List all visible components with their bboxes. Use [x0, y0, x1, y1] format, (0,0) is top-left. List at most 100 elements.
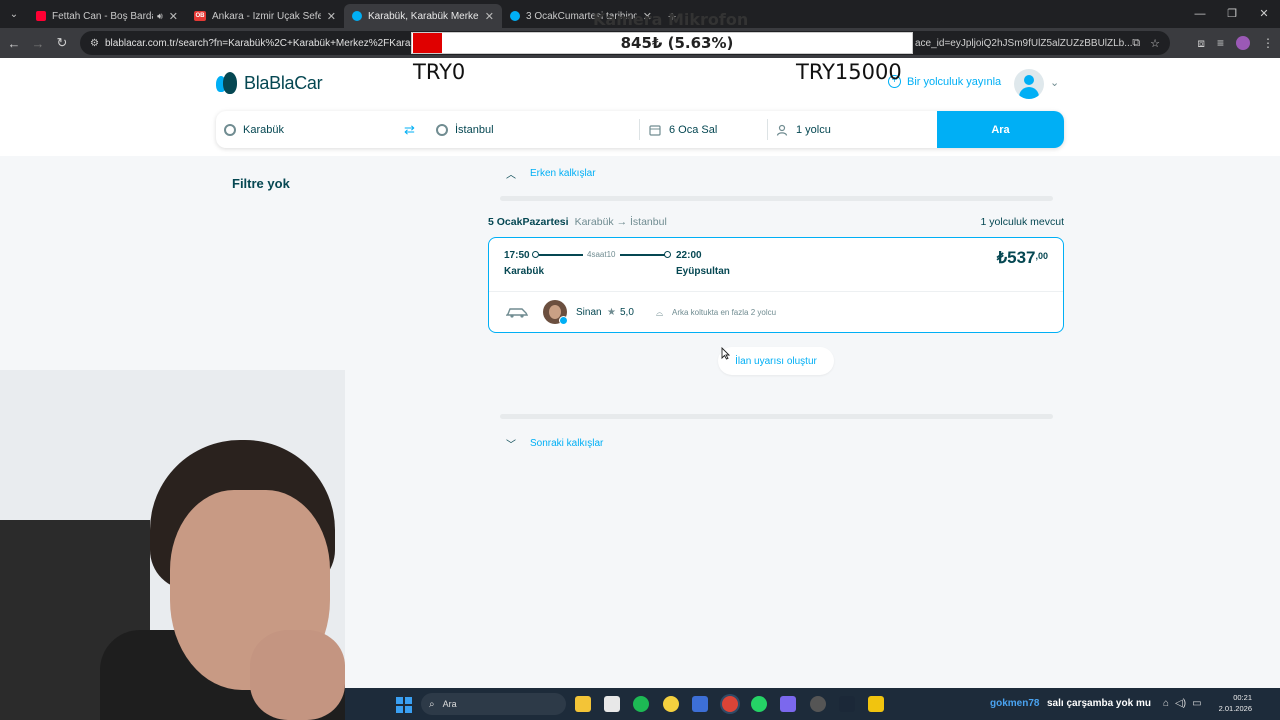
later-departures-toggle[interactable]: ﹀ Sonraki kalkışlar — [506, 436, 603, 451]
tab-close-icon[interactable]: ✕ — [485, 10, 494, 23]
minimize-icon[interactable]: — — [1184, 0, 1216, 28]
taskbar-search[interactable]: ⌕ Ara — [421, 693, 566, 715]
chrome-icon[interactable] — [722, 696, 738, 712]
earlier-departures-toggle[interactable]: ︿ Erken kalkışlar — [506, 166, 596, 181]
webcam-feed — [0, 370, 345, 720]
arrival-city: Eyüpsultan — [676, 266, 730, 277]
audio-playing-icon[interactable]: 🔊︎ — [157, 11, 163, 22]
back-icon[interactable]: ← — [2, 36, 26, 51]
steam-icon[interactable] — [839, 696, 855, 712]
profile-icon[interactable] — [1236, 36, 1250, 50]
whatsapp-icon[interactable] — [751, 696, 767, 712]
passengers-field[interactable]: 1 yolcu — [776, 111, 926, 148]
install-app-icon[interactable]: ⧉ — [1132, 37, 1140, 50]
close-window-icon[interactable]: ✕ — [1248, 0, 1280, 28]
windows-start-icon[interactable] — [396, 697, 412, 713]
blablacar-logo-icon — [216, 72, 240, 94]
blablacar-favicon-icon — [510, 11, 520, 21]
tab-search-chevron-icon[interactable]: ⌄ — [0, 0, 28, 28]
browser-tab-1[interactable]: Fettah Can - Boş Bardak - Y 🔊︎ ✕ — [28, 4, 186, 28]
mouse-cursor-icon — [721, 347, 730, 360]
passengers-value: 1 yolcu — [796, 123, 831, 136]
driver-name: Sinan — [576, 307, 602, 318]
from-field[interactable]: Karabük — [224, 111, 399, 148]
results-date: 5 OcakPazartesi — [488, 216, 569, 228]
window-controls: — ❐ ✕ — [1184, 0, 1280, 28]
earlier-departures-label: Erken kalkışlar — [530, 168, 596, 179]
forward-icon[interactable]: → — [26, 36, 50, 51]
battery-icon[interactable]: ▭ — [1192, 698, 1201, 709]
to-value: İstanbul — [455, 123, 494, 136]
results-route: Karabük → İstanbul — [574, 216, 667, 228]
chevron-up-icon: ︿ — [506, 170, 516, 181]
search-icon: ⌕ — [429, 698, 435, 710]
chevron-down-icon[interactable]: ⌄ — [1050, 76, 1059, 89]
user-avatar-icon[interactable] — [1014, 69, 1044, 99]
price-integer: 537 — [1007, 248, 1036, 267]
seat-icon: ⌓ — [656, 308, 664, 318]
tab-close-icon[interactable]: ✕ — [327, 10, 336, 23]
to-field[interactable]: İstanbul — [436, 111, 636, 148]
browser-tab-3-active[interactable]: Karabük, Karabük Merkez/Karab ✕ — [344, 4, 502, 28]
url-text: blablacar.com.tr/search?fn=Karabük%2C+Ka… — [104, 37, 441, 49]
browser-tab-2[interactable]: OB Ankara - İzmir Uçak Seferi - ob ✕ — [186, 4, 344, 28]
app-icon[interactable] — [780, 696, 796, 712]
network-icon[interactable]: ⌂ — [1163, 698, 1169, 709]
trip-card[interactable]: 17:50 4saat10 22:00 Karabük Eyüpsultan ₺… — [488, 237, 1064, 333]
maximize-icon[interactable]: ❐ — [1216, 0, 1248, 28]
donation-progress-bar: 845₺ (5.63%) — [411, 32, 913, 54]
route-line — [620, 254, 665, 256]
date-field[interactable]: 6 Oca Sal — [649, 111, 764, 148]
extensions-icon[interactable]: ⧈ — [1197, 36, 1205, 51]
route-start-dot — [532, 251, 539, 258]
progress-text: 845₺ (5.63%) — [620, 34, 734, 52]
progress-min-label: TRY0 — [413, 60, 466, 84]
toolbar-right-icons: ⧈ ≡ ⋮ — [1197, 28, 1274, 58]
search-button[interactable]: Ara — [937, 111, 1064, 148]
volume-icon[interactable]: ◁) — [1175, 698, 1186, 709]
publish-ride-link[interactable]: + Bir yolculuk yayınla — [888, 75, 1001, 88]
media-icon[interactable]: ≡ — [1217, 36, 1224, 50]
blablacar-logo[interactable]: BlaBlaCar — [216, 72, 323, 94]
swap-icon[interactable]: ⇄ — [404, 122, 415, 138]
app-icon[interactable] — [868, 696, 884, 712]
file-explorer-icon[interactable] — [575, 696, 591, 712]
obilet-favicon-icon: OB — [194, 11, 206, 21]
site-info-icon[interactable]: ⚙ — [90, 38, 99, 49]
departure-time: 17:50 — [504, 250, 530, 261]
obs-icon[interactable] — [810, 696, 826, 712]
bookmark-star-icon[interactable]: ☆ — [1150, 37, 1160, 50]
tab-title: Ankara - İzmir Uçak Seferi - ob — [212, 10, 321, 22]
clock-time: 00:21 — [1233, 693, 1252, 702]
filters-title: Filtre yok — [232, 176, 290, 191]
divider — [639, 119, 640, 140]
create-alert-button[interactable]: İlan uyarısı oluştur — [718, 347, 834, 375]
divider — [767, 119, 768, 140]
calendar-icon — [649, 124, 661, 136]
trip-price: ₺ 537 ,00 — [997, 248, 1048, 268]
spotify-icon[interactable] — [633, 696, 649, 712]
blablacar-favicon-icon — [352, 11, 362, 21]
trip-duration: 4saat10 — [587, 250, 616, 259]
omnibox-icons: ⧉ ☆ — [1132, 31, 1160, 55]
progress-max-label: TRY15000 — [796, 60, 902, 84]
menu-icon[interactable]: ⋮ — [1262, 36, 1274, 50]
section-divider — [500, 414, 1053, 419]
app-icon[interactable] — [692, 696, 708, 712]
chat-message: salı çarşamba yok mu — [1047, 698, 1151, 709]
tab-title: Fettah Can - Boş Bardak - Y — [52, 10, 153, 22]
app-icon[interactable] — [663, 696, 679, 712]
reload-icon[interactable]: ↻ — [50, 35, 74, 51]
stream-camera-label: Kamera Mikrofon — [593, 10, 749, 29]
chevron-down-icon: ﹀ — [506, 440, 516, 451]
taskbar-search-label: Ara — [442, 699, 457, 709]
destination-circle-icon — [436, 123, 448, 136]
later-departures-label: Sonraki kalkışlar — [530, 438, 604, 449]
section-divider — [500, 196, 1053, 201]
tab-close-icon[interactable]: ✕ — [169, 10, 178, 23]
taskbar-clock[interactable]: 00:21 2.01.2026 — [1219, 692, 1252, 714]
driver-rating: 5,0 — [620, 307, 634, 318]
results-date-row: 5 OcakPazartesi Karabük → İstanbul 1 yol… — [488, 216, 1064, 228]
store-icon[interactable] — [604, 696, 620, 712]
logo-text: BlaBlaCar — [244, 72, 323, 93]
